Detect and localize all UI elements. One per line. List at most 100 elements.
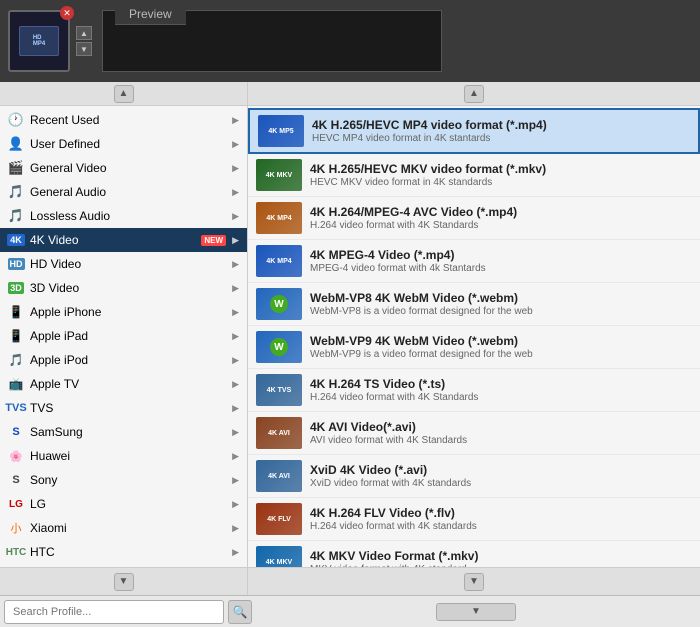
left-item-4k-video[interactable]: 4K 4K Video NEW ▶ (0, 228, 247, 252)
3d-icon: 3D (8, 280, 24, 296)
lg-icon: LG (8, 496, 24, 512)
arrow-icon: ▶ (232, 355, 239, 366)
format-info: 4K MPEG-4 Video (*.mp4) MPEG-4 video for… (310, 248, 692, 274)
left-item-huawei[interactable]: 🌸 Huawei ▶ (0, 444, 247, 468)
right-item-4k-avi[interactable]: 4K AVI 4K AVI Video(*.avi) AVI video for… (248, 412, 700, 455)
right-item-xvid-4k[interactable]: 4K AVI XviD 4K Video (*.avi) XviD video … (248, 455, 700, 498)
left-item-label: Lossless Audio (30, 209, 226, 223)
format-thumbnail: 4K AVI (256, 460, 302, 492)
format-thumbnail: 4K TVS (256, 374, 302, 406)
right-item-4k-h264-flv[interactable]: 4K FLV 4K H.264 FLV Video (*.flv) H.264 … (248, 498, 700, 541)
main-content: ▲ 🕐 Recent Used ▶ 👤 User Defined ▶ 🎬 Gen… (0, 82, 700, 595)
arrow-icon: ▶ (232, 523, 239, 534)
right-item-4k-h264-ts[interactable]: 4K TVS 4K H.264 TS Video (*.ts) H.264 vi… (248, 369, 700, 412)
format-info: WebM-VP8 4K WebM Video (*.webm) WebM-VP8… (310, 291, 692, 317)
bottom-right-area: ▼ (256, 603, 696, 621)
sony-icon: S (8, 472, 24, 488)
tvs-icon: TVS (8, 400, 24, 416)
format-title: 4K MKV Video Format (*.mkv) (310, 549, 692, 563)
left-item-label: HD Video (30, 257, 226, 271)
left-item-label: Recent Used (30, 113, 226, 127)
left-scroll-up-btn[interactable]: ▲ (114, 85, 134, 103)
left-item-general-video[interactable]: 🎬 General Video ▶ (0, 156, 247, 180)
hd-icon: HD (8, 256, 24, 272)
left-item-label: SamSung (30, 425, 226, 439)
format-thumbnail: W (256, 331, 302, 363)
thumb-tag: 4K MP5 (268, 128, 293, 135)
search-button[interactable]: 🔍 (228, 600, 252, 624)
format-desc: XviD video format with 4K standards (310, 478, 692, 489)
thumb-tag: 4K MP4 (266, 215, 291, 222)
left-scroll-down-btn[interactable]: ▼ (114, 573, 134, 591)
format-info: 4K H.264/MPEG-4 AVC Video (*.mp4) H.264 … (310, 205, 692, 231)
format-info: 4K AVI Video(*.avi) AVI video format wit… (310, 420, 692, 446)
left-item-hd-video[interactable]: HD HD Video ▶ (0, 252, 247, 276)
right-scroll-down-btn[interactable]: ▼ (464, 573, 484, 591)
left-item-label: Apple iPhone (30, 305, 226, 319)
left-item-apple-tv[interactable]: 📺 Apple TV ▶ (0, 372, 247, 396)
format-title: 4K H.265/HEVC MP4 video format (*.mp4) (312, 118, 690, 132)
format-title: 4K MPEG-4 Video (*.mp4) (310, 248, 692, 262)
arrow-icon: ▶ (232, 259, 239, 270)
top-bar: Preview ✕ HDMP4 ▲ ▼ (0, 0, 700, 82)
arrow-down-btn[interactable]: ▼ (76, 42, 92, 56)
left-item-sony[interactable]: S Sony ▶ (0, 468, 247, 492)
right-item-4k-mkv[interactable]: 4K MKV 4K MKV Video Format (*.mkv) MKV v… (248, 541, 700, 567)
search-input[interactable] (4, 600, 224, 624)
left-panel-header: ▲ (0, 82, 247, 106)
left-item-apple-ipod[interactable]: 🎵 Apple iPod ▶ (0, 348, 247, 372)
thumb-tag: 4K AVI (268, 430, 290, 437)
left-item-xiaomi[interactable]: 小 Xiaomi ▶ (0, 516, 247, 540)
format-thumbnail: 4K MP4 (256, 245, 302, 277)
right-scroll-up-btn[interactable]: ▲ (464, 85, 484, 103)
format-thumbnail: 4K MKV (256, 546, 302, 567)
right-panel: ▲ 4K MP5 4K H.265/HEVC MP4 video format … (248, 82, 700, 595)
format-info: 4K H.264 TS Video (*.ts) H.264 video for… (310, 377, 692, 403)
user-icon: 👤 (8, 136, 24, 152)
left-item-general-audio[interactable]: 🎵 General Audio ▶ (0, 180, 247, 204)
thumb-tag: 4K MKV (266, 559, 292, 566)
right-item-webm-vp9[interactable]: W WebM-VP9 4K WebM Video (*.webm) WebM-V… (248, 326, 700, 369)
arrow-icon: ▶ (232, 115, 239, 126)
right-item-4k-h265-mp4[interactable]: 4K MP5 4K H.265/HEVC MP4 video format (*… (248, 108, 700, 154)
arrow-icon: ▶ (232, 451, 239, 462)
left-item-htc[interactable]: HTC HTC ▶ (0, 540, 247, 564)
format-info: 4K H.265/HEVC MKV video format (*.mkv) H… (310, 162, 692, 188)
left-item-samsung[interactable]: S SamSung ▶ (0, 420, 247, 444)
right-panel-header: ▲ (248, 82, 700, 106)
left-item-tvs[interactable]: TVS TVS ▶ (0, 396, 247, 420)
right-item-webm-vp8[interactable]: W WebM-VP8 4K WebM Video (*.webm) WebM-V… (248, 283, 700, 326)
arrow-up-btn[interactable]: ▲ (76, 26, 92, 40)
format-desc: H.264 video format with 4K Standards (310, 220, 692, 231)
bottom-scroll-down-btn[interactable]: ▼ (436, 603, 516, 621)
arrow-icon: ▶ (232, 139, 239, 150)
bottom-bar: 🔍 ▼ (0, 595, 700, 627)
left-item-lossless-audio[interactable]: 🎵 Lossless Audio ▶ (0, 204, 247, 228)
left-item-label: Sony (30, 473, 226, 487)
left-item-user-defined[interactable]: 👤 User Defined ▶ (0, 132, 247, 156)
thumb-icon: HDMP4 (19, 26, 59, 56)
arrow-icon: ▶ (232, 547, 239, 558)
left-item-3d-video[interactable]: 3D 3D Video ▶ (0, 276, 247, 300)
left-panel: ▲ 🕐 Recent Used ▶ 👤 User Defined ▶ 🎬 Gen… (0, 82, 248, 595)
left-panel-footer: ▼ (0, 567, 247, 595)
arrow-icon: ▶ (232, 187, 239, 198)
thumbnail-item[interactable]: ✕ HDMP4 (8, 10, 70, 72)
right-item-4k-mpeg4[interactable]: 4K MP4 4K MPEG-4 Video (*.mp4) MPEG-4 vi… (248, 240, 700, 283)
left-item-apple-iphone[interactable]: 📱 Apple iPhone ▶ (0, 300, 247, 324)
thumb-tag: 4K AVI (268, 473, 290, 480)
htc-icon: HTC (8, 544, 24, 560)
left-item-lg[interactable]: LG LG ▶ (0, 492, 247, 516)
format-desc: AVI video format with 4K Standards (310, 435, 692, 446)
left-item-recent-used[interactable]: 🕐 Recent Used ▶ (0, 108, 247, 132)
format-title: WebM-VP9 4K WebM Video (*.webm) (310, 334, 692, 348)
right-item-4k-h264-mp4[interactable]: 4K MP4 4K H.264/MPEG-4 AVC Video (*.mp4)… (248, 197, 700, 240)
thumb-tag: 4K MP4 (266, 258, 291, 265)
thumb-tag: 4K TVS (267, 387, 292, 394)
left-item-apple-ipad[interactable]: 📱 Apple iPad ▶ (0, 324, 247, 348)
close-icon[interactable]: ✕ (60, 6, 74, 20)
right-item-4k-h265-mkv[interactable]: 4K MKV 4K H.265/HEVC MKV video format (*… (248, 154, 700, 197)
format-info: 4K MKV Video Format (*.mkv) MKV video fo… (310, 549, 692, 567)
arrow-icon: ▶ (232, 163, 239, 174)
left-item-label: Apple iPad (30, 329, 226, 343)
